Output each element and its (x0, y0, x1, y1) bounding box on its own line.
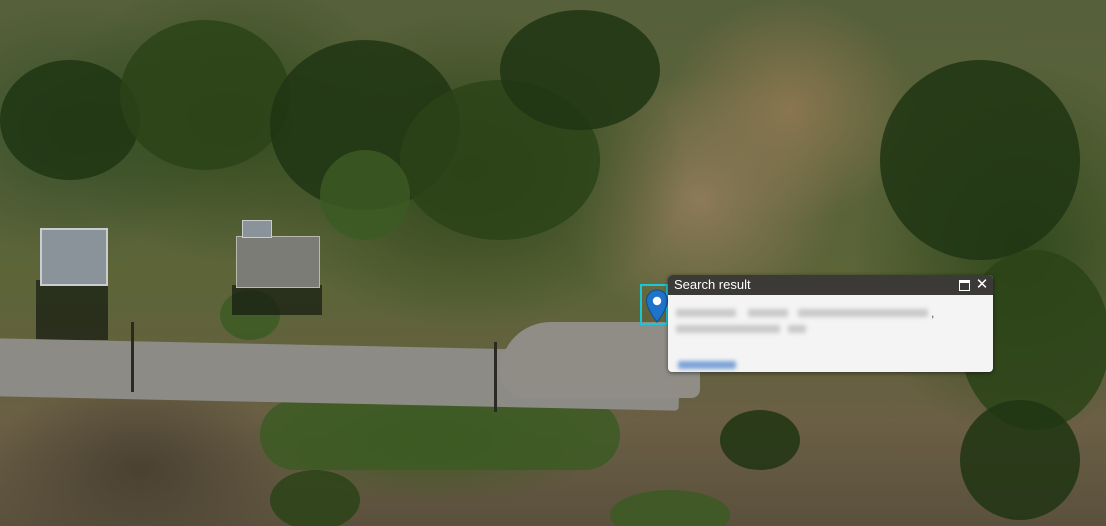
maximize-icon[interactable] (957, 277, 971, 293)
satellite-map[interactable]: Search result ✕ , (0, 0, 1106, 526)
building-shadow (36, 280, 108, 340)
tree-canopy (270, 470, 360, 526)
utility-pole (494, 342, 497, 412)
tree-canopy (880, 60, 1080, 260)
building-shadow (232, 285, 322, 315)
address-comma: , (931, 306, 935, 320)
tree-canopy (260, 400, 620, 470)
tree-canopy (500, 10, 660, 130)
tree-canopy (960, 400, 1080, 520)
building-roof (40, 228, 108, 286)
search-result-popup: Search result ✕ , (668, 275, 993, 372)
building-roof (242, 220, 272, 238)
close-icon[interactable]: ✕ (975, 277, 989, 293)
popup-title: Search result (674, 277, 751, 292)
redacted-address (798, 309, 928, 317)
redacted-address (676, 325, 780, 333)
building-roof (236, 236, 320, 288)
redacted-address (748, 309, 788, 317)
redacted-address (788, 325, 806, 333)
tree-canopy (120, 20, 290, 170)
map-pin-icon[interactable] (645, 289, 669, 323)
utility-pole (131, 322, 134, 392)
tree-canopy (720, 410, 800, 470)
redacted-link[interactable] (678, 361, 736, 369)
popup-header: Search result ✕ (668, 275, 993, 295)
tree-canopy (0, 60, 140, 180)
tree-canopy (610, 490, 730, 526)
tree-canopy (320, 150, 410, 240)
redacted-address (676, 309, 736, 317)
